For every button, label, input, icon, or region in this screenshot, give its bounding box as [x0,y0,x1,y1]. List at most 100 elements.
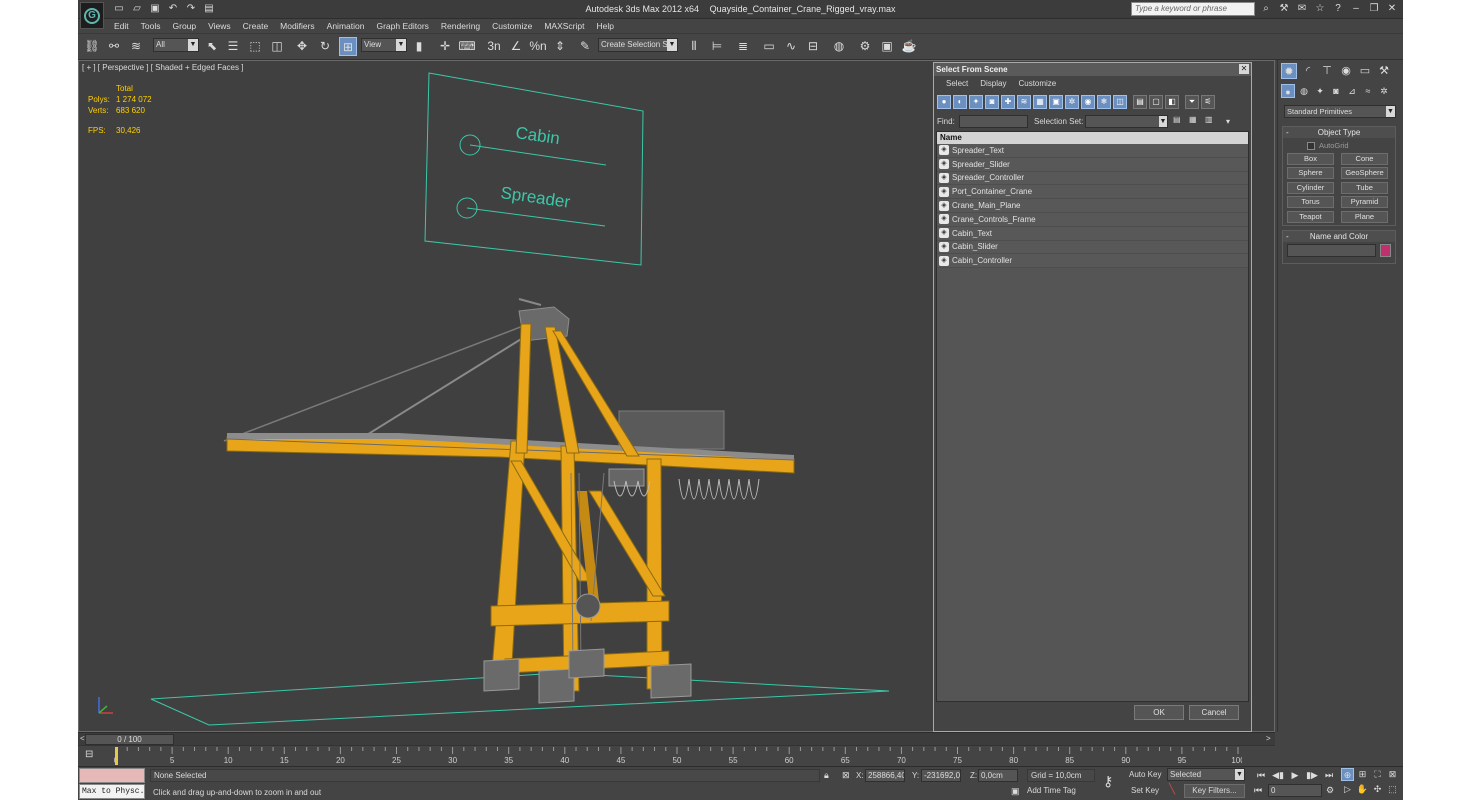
display-groups-icon[interactable]: ▦ [1033,95,1047,109]
display-lights-icon[interactable]: ✦ [969,95,983,109]
tube-button[interactable]: Tube [1341,182,1388,194]
hierarchy-tab-icon[interactable]: ⊤ [1319,63,1335,79]
key-mode-toggle-icon[interactable]: ⏮ [1254,785,1262,796]
selection-filter-dropdown[interactable]: All ▼ [153,38,199,52]
menu-create[interactable]: Create [237,19,275,33]
close-icon[interactable]: ✕ [1239,64,1249,74]
time-tag-icon[interactable]: ▣ [1011,786,1020,797]
bind-space-warp-icon[interactable]: ≋ [127,37,145,56]
menu-customize[interactable]: Customize [486,19,538,33]
lights-icon[interactable]: ✦ [1313,84,1327,98]
help-icon[interactable]: ? [1332,2,1344,15]
list-view-icon[interactable]: ▤ [1173,115,1181,124]
box-button[interactable]: Box [1287,153,1334,165]
key-mode-dropdown[interactable]: Selected ▼ [1167,768,1245,781]
select-manipulate-icon[interactable]: ✛ [436,37,454,56]
column-header-name[interactable]: Name [937,132,1248,144]
geosphere-button[interactable]: GeoSphere [1341,167,1388,179]
render-production-icon[interactable]: ☕ [900,37,918,56]
time-configuration-icon[interactable]: ⚙ [1326,785,1334,796]
cylinder-button[interactable]: Cylinder [1287,182,1334,194]
list-item[interactable]: ◈ Spreader_Slider [937,157,1248,172]
object-color-swatch[interactable] [1380,244,1391,257]
select-move-icon[interactable]: ✥ [293,37,311,56]
list-item[interactable]: ◈ Spreader_Text [937,144,1248,158]
menu-maxscript[interactable]: MAXScript [538,19,590,33]
transform-mode-icon[interactable]: ⊠ [842,770,850,781]
go-to-start-icon[interactable]: ⏮ [1254,768,1268,782]
window-crossing-icon[interactable]: ◫ [268,37,286,56]
material-editor-icon[interactable]: ◍ [830,37,848,56]
list-item[interactable]: ◈ Crane_Controls_Frame [937,212,1248,227]
menu-graph-editors[interactable]: Graph Editors [370,19,434,33]
selection-set-dropdown[interactable]: ▼ [1085,115,1168,128]
application-button[interactable]: G [80,2,104,29]
expand-arrow-icon[interactable]: ▾ [1226,117,1230,126]
rendered-frame-window-icon[interactable]: ▣ [878,37,896,56]
motion-tab-icon[interactable]: ◉ [1338,63,1354,79]
menu-tools[interactable]: Tools [135,19,167,33]
select-none-icon[interactable]: ▢ [1149,95,1163,109]
layer-manager-icon[interactable]: ≣ [734,37,752,56]
modify-tab-icon[interactable]: ◜ [1300,63,1316,79]
z-coordinate-field[interactable]: 0,0cm [978,769,1018,782]
dialog-menu-select[interactable]: Select [940,77,974,91]
autogrid-checkbox[interactable]: AutoGrid [1307,141,1349,150]
sort-icon[interactable]: ▥ [1205,115,1213,124]
list-item[interactable]: ◈ Cabin_Controller [937,254,1248,269]
mirror-icon[interactable]: ⫴ [685,37,703,56]
helpers-icon[interactable]: ⊿ [1345,84,1359,98]
viewport-label[interactable]: [ + ] [ Perspective ] [ Shaded + Edged F… [82,63,243,72]
sphere-button[interactable]: Sphere [1287,167,1334,179]
menu-group[interactable]: Group [167,19,203,33]
maxscript-listener-output[interactable] [79,768,145,783]
menu-help[interactable]: Help [590,19,619,33]
current-frame-field[interactable]: 0 [1268,784,1322,797]
pivot-center-icon[interactable]: ▮ [410,37,428,56]
dialog-menu-customize[interactable]: Customize [1012,77,1062,91]
select-rotate-icon[interactable]: ↻ [316,37,334,56]
hierarchy-view-icon[interactable]: ▦ [1189,115,1197,124]
display-frozen-icon[interactable]: ❄ [1097,95,1111,109]
maximize-viewport-icon[interactable]: ⬚ [1386,783,1399,796]
zoom-extents-all-icon[interactable]: ⊠ [1386,768,1399,781]
zoom-extents-icon[interactable]: ⛶ [1371,768,1384,781]
name-and-color-header[interactable]: - Name and Color [1283,231,1395,242]
create-tab-icon[interactable]: ✹ [1281,63,1297,79]
reference-coordinate-dropdown[interactable]: View ▼ [361,38,407,52]
menu-modifiers[interactable]: Modifiers [274,19,320,33]
maxscript-listener-input[interactable]: Max to Physc. [79,784,145,799]
snaps-toggle-icon[interactable]: 3n [485,37,503,56]
field-of-view-icon[interactable]: ▷ [1341,783,1354,796]
rectangular-selection-icon[interactable]: ⬚ [246,37,264,56]
cancel-button[interactable]: Cancel [1189,705,1239,720]
list-item[interactable]: ◈ Cabin_Text [937,226,1248,241]
key-filters-button[interactable]: Key Filters... [1184,784,1245,798]
ok-button[interactable]: OK [1134,705,1184,720]
previous-frame-arrow-icon[interactable]: < [80,734,85,743]
spinner-snap-icon[interactable]: ⇕ [551,37,569,56]
link-icon[interactable]: ⛓ [83,37,101,56]
zoom-icon[interactable]: ⊕ [1341,768,1354,781]
list-item[interactable]: ◈ Port_Container_Crane [937,185,1248,200]
teapot-button[interactable]: Teapot [1287,211,1334,223]
lock-icon[interactable]: 🔒︎ [824,770,829,781]
keyboard-shortcut-icon[interactable]: ⌨ [458,37,476,56]
favorites-icon[interactable]: ☆ [1314,2,1326,15]
curve-editor-icon[interactable]: ∿ [782,37,800,56]
select-scale-icon[interactable]: ⊞ [339,37,357,56]
y-coordinate-field[interactable]: -231692,0 [921,769,961,782]
orbit-icon[interactable]: ✣ [1371,783,1384,796]
select-all-icon[interactable]: ▤ [1133,95,1147,109]
go-to-end-icon[interactable]: ⏭ [1322,768,1336,782]
named-selection-dropdown[interactable]: Create Selection Se ▼ [598,38,678,52]
select-by-name-icon[interactable]: ☰ [224,37,242,56]
percent-snap-icon[interactable]: %n [529,37,547,56]
cone-button[interactable]: Cone [1341,153,1388,165]
display-containers-icon[interactable]: ◉ [1081,95,1095,109]
menu-edit[interactable]: Edit [108,19,135,33]
display-helpers-icon[interactable]: ✚ [1001,95,1015,109]
unlink-icon[interactable]: ⚯ [105,37,123,56]
space-warps-icon[interactable]: ≈ [1361,84,1375,98]
display-cameras-icon[interactable]: ◙ [985,95,999,109]
